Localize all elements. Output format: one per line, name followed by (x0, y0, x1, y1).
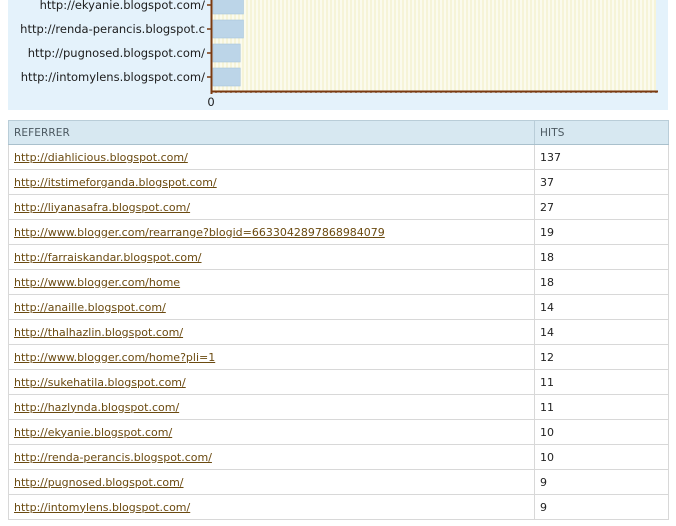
referrer-cell: http://intomylens.blogspot.com/ (8, 494, 535, 520)
hits-cell: 11 (534, 369, 669, 395)
table-row: http://diahlicious.blogspot.com/137 (8, 144, 669, 170)
hits-cell: 18 (534, 244, 669, 270)
hits-cell: 14 (534, 319, 669, 345)
hits-cell: 11 (534, 394, 669, 420)
referrer-link[interactable]: http://www.blogger.com/rearrange?blogid=… (14, 226, 385, 239)
y-tick-label: http://ekyanie.blogspot.com/ (40, 0, 206, 12)
referrer-cell: http://sukehatila.blogspot.com/ (8, 369, 535, 395)
hits-column-header[interactable]: HITS (534, 120, 669, 145)
hits-cell: 10 (534, 444, 669, 470)
hits-cell: 10 (534, 419, 669, 445)
referrer-link[interactable]: http://hazlynda.blogspot.com/ (14, 401, 179, 414)
referrer-cell: http://www.blogger.com/home?pli=1 (8, 344, 535, 370)
referrer-link[interactable]: http://www.blogger.com/home (14, 276, 180, 289)
plot-area (211, 0, 656, 91)
table-row: http://www.blogger.com/home?pli=1 12 (8, 344, 669, 370)
chart-canvas: http://ekyanie.blogspot.com/http://renda… (20, 0, 658, 109)
table-row: http://intomylens.blogspot.com/9 (8, 494, 669, 520)
x-tick-label: 0 (207, 95, 214, 109)
referrer-link[interactable]: http://thalhazlin.blogspot.com/ (14, 326, 183, 339)
referrer-cell: http://www.blogger.com/rearrange?blogid=… (8, 219, 535, 245)
referrer-link[interactable]: http://www.blogger.com/home?pli=1 (14, 351, 215, 364)
referrer-link[interactable]: http://intomylens.blogspot.com/ (14, 501, 190, 514)
table-row: http://itstimeforganda.blogspot.com/37 (8, 169, 669, 195)
referrer-cell: http://farraiskandar.blogspot.com/ (8, 244, 535, 270)
hits-cell: 18 (534, 269, 669, 295)
chart-bar (212, 0, 244, 15)
hits-cell: 9 (534, 494, 669, 520)
table-row: http://liyanasafra.blogspot.com/27 (8, 194, 669, 220)
referrer-link[interactable]: http://anaille.blogspot.com/ (14, 301, 166, 314)
table-row: http://thalhazlin.blogspot.com/14 (8, 319, 669, 345)
referrer-link[interactable]: http://liyanasafra.blogspot.com/ (14, 201, 190, 214)
referrer-table-body: http://diahlicious.blogspot.com/137 http:… (8, 144, 669, 520)
referrer-stats-page: http://ekyanie.blogspot.com/http://renda… (0, 0, 676, 526)
hits-cell: 12 (534, 344, 669, 370)
referrer-link[interactable]: http://diahlicious.blogspot.com/ (14, 151, 188, 164)
referrer-cell: http://diahlicious.blogspot.com/ (8, 144, 535, 170)
referrer-bar-chart: http://ekyanie.blogspot.com/http://renda… (8, 0, 668, 110)
y-tick-label: http://pugnosed.blogspot.com/ (28, 46, 205, 60)
table-row: http://anaille.blogspot.com/14 (8, 294, 669, 320)
hits-cell: 19 (534, 219, 669, 245)
referrer-cell: http://liyanasafra.blogspot.com/ (8, 194, 535, 220)
referrer-cell: http://anaille.blogspot.com/ (8, 294, 535, 320)
referrer-link[interactable]: http://pugnosed.blogspot.com/ (14, 476, 184, 489)
chart-bar (212, 19, 244, 39)
table-row: http://pugnosed.blogspot.com/9 (8, 469, 669, 495)
referrer-cell: http://hazlynda.blogspot.com/ (8, 394, 535, 420)
referrer-link[interactable]: http://renda-perancis.blogspot.com/ (14, 451, 212, 464)
referrer-cell: http://www.blogger.com/home (8, 269, 535, 295)
y-tick-label: http://renda-perancis.blogspot.c (20, 22, 205, 36)
referrer-table: REFERRER HITS http://diahlicious.blogspo… (8, 120, 669, 520)
hits-cell: 37 (534, 169, 669, 195)
hits-cell: 9 (534, 469, 669, 495)
referrer-cell: http://renda-perancis.blogspot.com/ (8, 444, 535, 470)
hits-cell: 27 (534, 194, 669, 220)
chart-bar (212, 43, 241, 63)
table-header-row: REFERRER HITS (8, 120, 669, 145)
table-row: http://renda-perancis.blogspot.com/10 (8, 444, 669, 470)
table-row: http://www.blogger.com/rearrange?blogid=… (8, 219, 669, 245)
table-row: http://farraiskandar.blogspot.com/18 (8, 244, 669, 270)
referrer-link[interactable]: http://sukehatila.blogspot.com/ (14, 376, 186, 389)
referrer-cell: http://itstimeforganda.blogspot.com/ (8, 169, 535, 195)
table-row: http://www.blogger.com/home 18 (8, 269, 669, 295)
table-row: http://sukehatila.blogspot.com/11 (8, 369, 669, 395)
referrer-link[interactable]: http://itstimeforganda.blogspot.com/ (14, 176, 217, 189)
referrer-link[interactable]: http://ekyanie.blogspot.com/ (14, 426, 172, 439)
referrer-column-header[interactable]: REFERRER (8, 120, 535, 145)
table-row: http://hazlynda.blogspot.com/11 (8, 394, 669, 420)
table-row: http://ekyanie.blogspot.com/10 (8, 419, 669, 445)
y-tick-label: http://intomylens.blogspot.com/ (21, 70, 205, 84)
hits-cell: 14 (534, 294, 669, 320)
referrer-link[interactable]: http://farraiskandar.blogspot.com/ (14, 251, 202, 264)
referrer-cell: http://pugnosed.blogspot.com/ (8, 469, 535, 495)
referrer-cell: http://thalhazlin.blogspot.com/ (8, 319, 535, 345)
chart-bar (212, 67, 241, 87)
referrer-cell: http://ekyanie.blogspot.com/ (8, 419, 535, 445)
hits-cell: 137 (534, 144, 669, 170)
